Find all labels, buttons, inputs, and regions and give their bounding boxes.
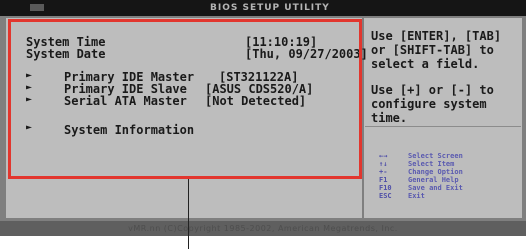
bios-logo (30, 4, 44, 11)
help-text-line: time. (371, 111, 408, 125)
key-label: ↑↓ (379, 160, 388, 168)
help-text-line: configure system (371, 97, 487, 111)
help-text-line: Use [ENTER], [TAB] (371, 29, 502, 43)
key-description: Select Screen (408, 152, 463, 160)
key-description: Save and Exit (408, 184, 463, 192)
key-label: F10 (379, 184, 392, 192)
help-text-line: or [SHIFT-TAB] to (371, 43, 494, 57)
key-description: Exit (408, 192, 425, 200)
key-label: +- (379, 168, 388, 176)
help-text-line: Use [+] or [-] to (371, 83, 494, 97)
callout-line (188, 179, 189, 249)
bios-title: BIOS SETUP UTILITY (210, 3, 330, 13)
help-divider (365, 126, 521, 127)
copyright-text: vMR.nn (C)Copyright 1985-2002, American … (128, 224, 398, 233)
key-label: ESC (379, 192, 392, 200)
bios-status-bar: vMR.nn (C)Copyright 1985-2002, American … (0, 221, 526, 236)
key-description: Select Item (408, 160, 455, 168)
key-description: Change Option (408, 168, 463, 176)
key-label: F1 (379, 176, 388, 184)
key-description: General Help (408, 176, 459, 184)
key-label: ←→ (379, 152, 388, 160)
highlight-frame (8, 19, 362, 179)
bios-title-bar: BIOS SETUP UTILITY (0, 0, 526, 16)
help-text-line: select a field. (371, 57, 480, 71)
